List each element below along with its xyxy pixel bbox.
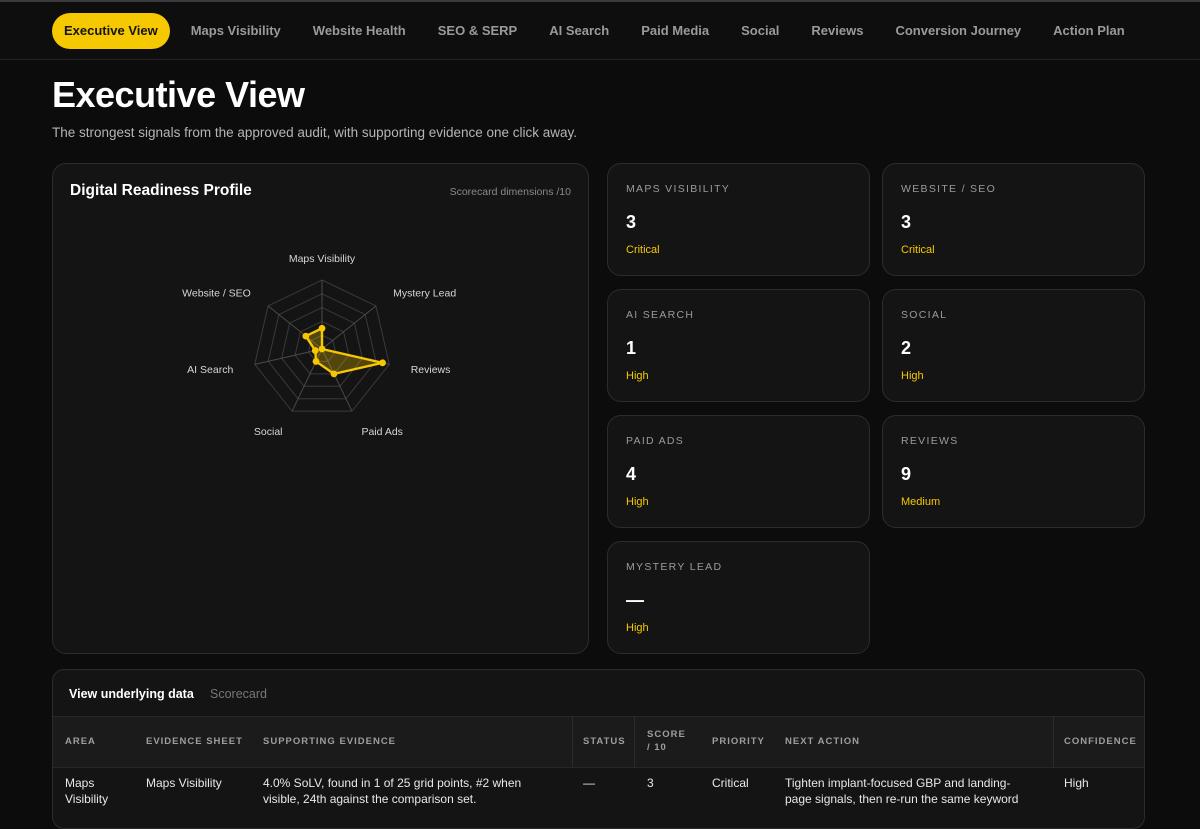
column-divider [634,717,635,767]
cell-confidence: High [1064,776,1089,790]
radar-data-point [330,370,338,378]
radar-data-point [379,359,386,367]
radar-data-point [312,358,320,365]
column-header-confidence: CONFIDENCE [1064,736,1137,747]
cell-area: Maps Visibility [65,775,108,807]
metric-value: 9 [901,464,912,484]
radar-axis-label: Mystery Lead [393,287,456,299]
tab-ai-search[interactable]: AI Search [535,13,623,49]
radar-data-point [311,347,319,354]
tab-paid-media[interactable]: Paid Media [627,13,723,49]
cell-evidence-line: 4.0% SoLV, found in 1 of 25 grid points,… [263,776,522,790]
column-header-status: STATUS [583,736,626,747]
column-header-score-unit: / 10 [647,742,667,753]
metric-label: AI SEARCH [626,309,695,321]
metric-label: WEBSITE / SEO [901,183,997,195]
metric-priority: Medium [901,496,941,508]
tab-website-health[interactable]: Website Health [299,13,420,49]
metric-priority: High [626,622,649,634]
metric-value: 1 [626,338,637,358]
metric-priority: High [626,496,649,508]
metric-value: — [626,590,644,610]
column-header-area: AREA [65,736,96,747]
metric-card-mystery-lead[interactable]: MYSTERY LEAD — High [607,541,870,654]
metric-value: 2 [901,338,912,358]
column-divider [572,717,573,767]
cell-area-line: Maps [65,776,95,790]
top-navigation: Executive View Maps Visibility Website H… [0,0,1200,60]
cell-next-action: Tighten implant-focused GBP and landing-… [785,775,1018,807]
radar-data-point [318,324,326,332]
tab-maps-visibility[interactable]: Maps Visibility [177,13,295,49]
tab-executive-view[interactable]: Executive View [52,13,170,49]
column-header-priority: PRIORITY [712,736,765,747]
metric-value: 4 [626,464,637,484]
metric-value: 3 [626,212,637,232]
metric-card-ai-search[interactable]: AI SEARCH 1 High [607,289,870,402]
metric-priority: High [626,370,649,382]
cell-action-line: Tighten implant-focused GBP and landing- [785,776,1011,790]
cell-priority: Critical [712,776,749,790]
metric-card-paid-ads[interactable]: PAID ADS 4 High [607,415,870,528]
tab-seo-serp[interactable]: SEO & SERP [424,13,531,49]
metric-label: SOCIAL [901,309,948,321]
radar-axis-label: Maps Visibility [289,253,356,265]
radar-axis-label: Social [254,426,283,438]
table-header: AREA EVIDENCE SHEET SUPPORTING EVIDENCE … [53,716,1144,768]
cell-action-line: page signals, then re-run the same keywo… [785,792,1019,806]
metric-priority: High [901,370,924,382]
metric-card-maps-visibility[interactable]: MAPS VISIBILITY 3 Critical [607,163,870,276]
page-subtitle: The strongest signals from the approved … [52,125,578,140]
metric-priority: Critical [901,244,935,256]
metric-label: MYSTERY LEAD [626,561,723,573]
radar-axis-label: AI Search [187,364,233,376]
radar-data-point [318,345,326,353]
column-header-next-action: NEXT ACTION [785,736,861,747]
metric-card-social[interactable]: SOCIAL 2 High [882,289,1145,402]
tab-reviews[interactable]: Reviews [797,13,877,49]
underlying-data-panel: View underlying data Scorecard AREA EVID… [52,669,1145,829]
metric-card-reviews[interactable]: REVIEWS 9 Medium [882,415,1145,528]
cell-area-line: Visibility [65,792,109,806]
cell-status: — [583,776,595,790]
cell-evidence-line: visible, 24th against the comparison set… [263,792,477,806]
column-header-evidence-sheet: EVIDENCE SHEET [146,736,243,747]
tab-action-plan[interactable]: Action Plan [1039,13,1139,49]
metric-value: 3 [901,212,912,232]
radar-axis-label: Website / SEO [182,287,251,299]
radar-axis-label: Paid Ads [361,426,402,438]
column-header-supporting-evidence: SUPPORTING EVIDENCE [263,736,397,747]
radar-data-point [302,332,310,340]
column-divider [1053,717,1054,767]
readiness-profile-card: Digital Readiness Profile Scorecard dime… [52,163,589,654]
underlying-data-toggle[interactable]: View underlying data [69,687,194,701]
cell-score: 3 [647,776,654,790]
metric-label: PAID ADS [626,435,685,447]
radar-axis-label: Reviews [411,364,451,376]
tab-conversion-journey[interactable]: Conversion Journey [881,13,1035,49]
underlying-data-source: Scorecard [210,687,267,701]
radar-chart: Maps Visibility Mystery Lead Reviews Paid A… [182,253,456,438]
cell-supporting-evidence: 4.0% SoLV, found in 1 of 25 grid points,… [263,775,521,807]
metric-label: REVIEWS [901,435,959,447]
cell-evidence-sheet[interactable]: Maps Visibility [146,775,222,791]
tab-social[interactable]: Social [727,13,793,49]
tab-bar: Executive View Maps Visibility Website H… [52,13,1143,49]
metric-card-website-seo[interactable]: WEBSITE / SEO 3 Critical [882,163,1145,276]
metric-priority: Critical [626,244,660,256]
page-title: Executive View [52,74,305,115]
metric-label: MAPS VISIBILITY [626,183,731,195]
column-header-score: SCORE [647,729,686,740]
